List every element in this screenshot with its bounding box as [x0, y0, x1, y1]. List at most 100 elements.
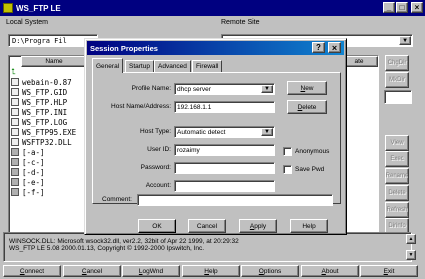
remote-exec-button[interactable]: Exec — [385, 151, 409, 167]
profile-name-label: Profile Name: — [131, 85, 171, 92]
options-button[interactable]: Options — [241, 265, 299, 277]
drive-icon — [11, 178, 19, 186]
app-icon — [3, 3, 13, 13]
file-icon — [11, 118, 19, 126]
local-file-list[interactable]: Name ⮤ webain-0.87 WS_FTP.GID WS_FTP.HLP WS… — [8, 55, 88, 238]
save-pwd-checkbox[interactable] — [283, 165, 292, 174]
dialog-title-bar: Session Properties ? × — [87, 41, 344, 55]
cancel-button[interactable]: Cancel — [188, 219, 226, 233]
connect-button[interactable]: Connect — [3, 265, 61, 277]
local-file-row[interactable]: WSFTP32.DLL — [9, 137, 87, 147]
local-file-row[interactable]: WS_FTP95.EXE — [9, 127, 87, 137]
password-input[interactable] — [174, 162, 275, 174]
chevron-down-icon[interactable]: ▼ — [261, 85, 273, 93]
parent-dir-row[interactable]: ⮤ — [9, 67, 87, 77]
help-question-button[interactable]: ? — [312, 42, 325, 53]
ok-button[interactable]: OK — [138, 219, 176, 233]
account-label: Account: — [145, 182, 171, 189]
file-icon — [11, 88, 19, 96]
dialog-close-button[interactable]: × — [328, 42, 341, 53]
host-name-label: Host Name/Address: — [111, 103, 171, 110]
drive-icon — [11, 148, 19, 156]
anonymous-checkbox[interactable] — [283, 147, 292, 156]
drive-icon — [11, 168, 19, 176]
tab-general[interactable]: General — [92, 58, 124, 73]
about-button[interactable]: About — [301, 265, 359, 277]
local-system-label: Local System — [6, 19, 49, 26]
maximize-button[interactable]: □ — [396, 2, 408, 13]
host-name-input[interactable]: 192.168.1.1 — [174, 101, 275, 113]
local-file-row[interactable]: [-a-] — [9, 147, 87, 157]
remote-mkdir-button[interactable]: MkDir — [385, 72, 409, 88]
local-file-name: [-a-] — [22, 147, 45, 157]
local-file-row[interactable]: WS_FTP.INI — [9, 107, 87, 117]
scroll-down-icon: ▼ — [408, 252, 414, 258]
tab-startup[interactable]: Startup — [125, 60, 154, 72]
local-file-row[interactable]: [-c-] — [9, 157, 87, 167]
delete-profile-button[interactable]: Delete — [287, 100, 327, 114]
local-path: D:\Progra Fil — [12, 36, 67, 45]
local-file-name: [-d-] — [22, 167, 45, 177]
apply-button[interactable]: Apply — [239, 219, 277, 233]
comment-label: Comment: — [102, 196, 132, 203]
local-file-name: WS_FTP95.EXE — [22, 127, 77, 137]
remote-refresh-button[interactable]: Refresh — [385, 202, 409, 218]
local-file-name: WS_FTP.HLP — [22, 97, 68, 107]
host-type-combo[interactable]: Automatic detect ▼ — [174, 126, 275, 138]
drive-icon — [11, 158, 19, 166]
local-file-row[interactable]: WS_FTP.GID — [9, 87, 87, 97]
log-scroll-down[interactable]: ▼ — [406, 250, 416, 260]
chevron-down-icon[interactable]: ▼ — [261, 128, 273, 136]
chevron-down-icon[interactable]: ▼ — [399, 36, 411, 45]
profile-name-value: dhcp server — [177, 85, 211, 93]
file-icon — [11, 128, 19, 136]
host-type-value: Automatic detect — [177, 128, 226, 136]
up-arrow-icon: ⮤ — [11, 67, 16, 76]
local-file-row[interactable]: WS_FTP.LOG — [9, 117, 87, 127]
dialog-title: Session Properties — [90, 43, 158, 53]
save-pwd-label: Save Pwd — [295, 166, 325, 173]
help-button[interactable]: Help — [182, 265, 240, 277]
local-file-row[interactable]: [-d-] — [9, 167, 87, 177]
app-title: WS_FTP LE — [16, 3, 61, 13]
local-file-row[interactable]: [-e-] — [9, 177, 87, 187]
general-tab-panel: Profile Name: dhcp server ▼ New Host Nam… — [92, 72, 341, 204]
tab-firewall[interactable]: Firewall — [192, 60, 223, 72]
remote-view-button[interactable]: View — [385, 135, 409, 151]
help-button[interactable]: Help — [290, 219, 328, 233]
log-line: WINSOCK.DLL: Microsoft wsock32.dll, ver2… — [9, 238, 239, 245]
local-file-row[interactable]: [-f-] — [9, 187, 87, 197]
remote-chgdir-button[interactable]: ChgDir — [385, 55, 409, 71]
local-name-column-header[interactable]: Name — [21, 56, 87, 67]
local-file-row[interactable]: WS_FTP.HLP — [9, 97, 87, 107]
app-title-bar: WS_FTP LE _ □ × — [0, 0, 425, 16]
remote-rename-button[interactable]: Rename — [385, 168, 409, 184]
new-profile-button[interactable]: New — [287, 81, 327, 95]
logwnd-button[interactable]: LogWnd — [122, 265, 180, 277]
file-icon — [11, 78, 19, 86]
remote-filter-input[interactable] — [384, 90, 412, 104]
tab-advanced[interactable]: Advanced — [154, 60, 191, 72]
close-button[interactable]: × — [411, 2, 423, 13]
log-line: WS_FTP LE 5.08 2000.01.13, Copyright © 1… — [9, 245, 205, 252]
account-input[interactable] — [174, 180, 275, 192]
file-icon — [11, 138, 19, 146]
user-id-input[interactable]: rozaimy — [174, 144, 275, 156]
file-icon — [11, 98, 19, 106]
local-file-name: [-e-] — [22, 177, 45, 187]
local-file-name: [-c-] — [22, 157, 45, 167]
drive-icon — [11, 188, 19, 196]
remote-delete-button[interactable]: Delete — [385, 185, 409, 201]
cancel-button[interactable]: Cancel — [63, 265, 121, 277]
scroll-up-icon: ▲ — [408, 236, 414, 242]
minimize-button[interactable]: _ — [383, 2, 395, 13]
remote-site-label: Remote Site — [221, 19, 260, 26]
session-properties-dialog: Session Properties ? × General Startup A… — [84, 38, 347, 235]
exit-button[interactable]: Exit — [360, 265, 418, 277]
password-label: Password: — [140, 164, 171, 171]
message-log[interactable]: WINSOCK.DLL: Microsoft wsock32.dll, ver2… — [3, 232, 412, 262]
log-scroll-up[interactable]: ▲ — [406, 234, 416, 244]
comment-input[interactable] — [137, 194, 333, 206]
local-file-row[interactable]: webain-0.87 — [9, 77, 87, 87]
profile-name-combo[interactable]: dhcp server ▼ — [174, 83, 275, 95]
